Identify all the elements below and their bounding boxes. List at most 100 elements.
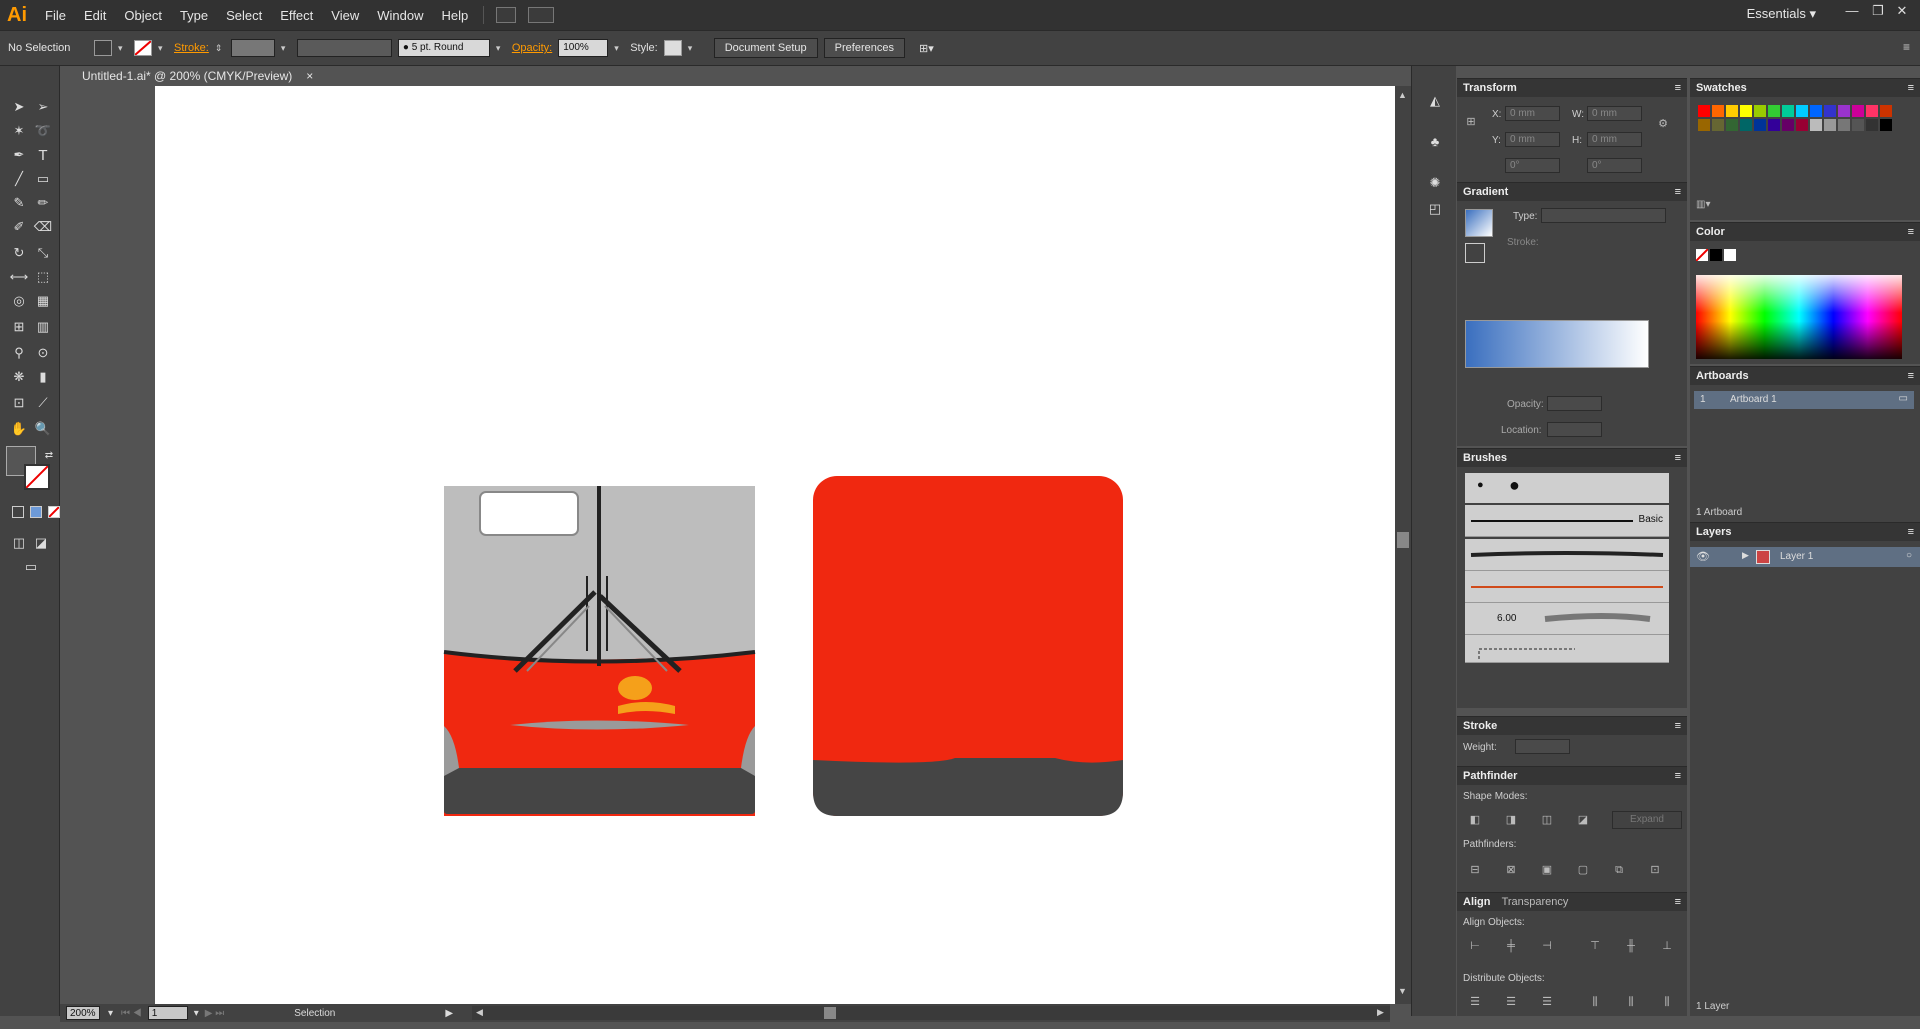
- menu-help[interactable]: Help: [432, 8, 477, 23]
- fill-swatch[interactable]: [94, 40, 112, 56]
- perspective-grid-tool-icon[interactable]: ▦: [32, 290, 54, 312]
- menu-effect[interactable]: Effect: [271, 8, 322, 23]
- expand-button[interactable]: Expand: [1612, 811, 1682, 829]
- gradient-mode-icon[interactable]: [30, 506, 42, 518]
- color-swatch[interactable]: [1726, 119, 1738, 131]
- variable-width-profile[interactable]: [296, 39, 392, 57]
- color-swatch[interactable]: [1712, 119, 1724, 131]
- zoom-tool-icon[interactable]: 🔍: [32, 418, 54, 440]
- brush-charcoal-row[interactable]: [1465, 539, 1669, 571]
- color-swatch[interactable]: [1810, 119, 1822, 131]
- menu-view[interactable]: View: [322, 8, 368, 23]
- y-field[interactable]: 0 mm: [1505, 132, 1560, 147]
- visibility-eye-icon[interactable]: 👁: [1696, 550, 1710, 563]
- color-swatch[interactable]: [1866, 119, 1878, 131]
- swatch-grid[interactable]: [1694, 101, 1894, 191]
- color-swatch[interactable]: [1712, 105, 1724, 117]
- navigator-icon[interactable]: ◭: [1424, 90, 1446, 112]
- brush-tips[interactable]: ● ●: [1465, 473, 1669, 503]
- color-swatch[interactable]: [1726, 105, 1738, 117]
- distribute-bottom-icon[interactable]: ☰: [1539, 995, 1555, 1009]
- gradient-fill-icon[interactable]: [1465, 243, 1485, 263]
- page-input[interactable]: 1: [147, 1006, 188, 1020]
- menu-file[interactable]: File: [36, 8, 75, 23]
- graphic-styles-icon[interactable]: ✺: [1424, 172, 1446, 194]
- unite-icon[interactable]: ◧: [1467, 813, 1483, 827]
- draw-behind-icon[interactable]: ◪: [30, 532, 52, 554]
- color-swatch[interactable]: [1824, 119, 1836, 131]
- appearance-icon[interactable]: ◰: [1424, 198, 1446, 220]
- white-swatch[interactable]: [1724, 249, 1736, 261]
- color-swatch[interactable]: [1838, 105, 1850, 117]
- panel-menu-icon[interactable]: ≡: [1675, 452, 1681, 464]
- first-page-icon[interactable]: ⏮ ◀: [121, 1008, 142, 1019]
- panel-menu-icon[interactable]: ≡: [1675, 186, 1681, 198]
- layer-target-icon[interactable]: ○: [1906, 550, 1912, 561]
- width-field[interactable]: 0 mm: [1587, 106, 1642, 121]
- distribute-left-icon[interactable]: ⫼: [1587, 995, 1603, 1009]
- trim-icon[interactable]: ⊠: [1503, 863, 1519, 877]
- swatch-library-icon[interactable]: ▥▾: [1696, 199, 1710, 210]
- free-transform-tool-icon[interactable]: ⬚: [32, 266, 54, 288]
- gradient-slider[interactable]: [1465, 320, 1649, 368]
- menu-select[interactable]: Select: [217, 8, 271, 23]
- color-swatch[interactable]: [1796, 119, 1808, 131]
- outline-icon[interactable]: ⧉: [1611, 863, 1627, 877]
- transparency-tab[interactable]: Transparency: [1502, 896, 1569, 908]
- width-tool-icon[interactable]: ⟷: [8, 266, 30, 288]
- close-tab-icon[interactable]: ×: [306, 69, 313, 83]
- distribute-vcenter-icon[interactable]: ☰: [1503, 995, 1519, 1009]
- arrange-icon[interactable]: ⊞▾: [919, 42, 934, 55]
- stroke-weight-input[interactable]: [230, 39, 275, 57]
- reference-point-icon[interactable]: ⊞: [1463, 115, 1479, 129]
- symbols-icon[interactable]: ♣: [1424, 130, 1446, 152]
- horizontal-scrollbar[interactable]: ◀ ▶: [472, 1006, 1390, 1020]
- constrain-proportions-icon[interactable]: ⚙: [1655, 117, 1671, 131]
- scroll-thumb[interactable]: [824, 1007, 836, 1019]
- mesh-tool-icon[interactable]: ⊞: [8, 316, 30, 338]
- intersect-icon[interactable]: ◫: [1539, 813, 1555, 827]
- artboard-options-icon[interactable]: ▭: [1899, 393, 1908, 404]
- menu-window[interactable]: Window: [368, 8, 432, 23]
- brush-basic-row[interactable]: Basic: [1465, 505, 1669, 537]
- stroke-label[interactable]: Stroke:: [174, 42, 209, 54]
- scroll-thumb[interactable]: [1397, 532, 1409, 548]
- align-right-icon[interactable]: ⊣: [1539, 939, 1555, 953]
- chevron-down-icon[interactable]: ▾: [496, 43, 506, 54]
- merge-icon[interactable]: ▣: [1539, 863, 1555, 877]
- chevron-down-icon[interactable]: ▾: [614, 43, 624, 54]
- selection-tool-icon[interactable]: ➤: [8, 96, 30, 118]
- align-hcenter-icon[interactable]: ╪: [1503, 939, 1519, 953]
- brush-tip-2[interactable]: ●: [1509, 475, 1520, 496]
- document-setup-button[interactable]: Document Setup: [713, 38, 818, 58]
- vertical-scrollbar[interactable]: ▲ ▼: [1395, 86, 1411, 1004]
- panel-menu-icon[interactable]: ≡: [1903, 40, 1910, 54]
- none-swatch[interactable]: [1695, 248, 1709, 262]
- stroke-color-box[interactable]: [24, 464, 50, 490]
- document-tab[interactable]: Untitled-1.ai* @ 200% (CMYK/Preview) ×: [70, 66, 326, 86]
- align-title[interactable]: Align: [1463, 896, 1491, 908]
- eyedropper-tool-icon[interactable]: ⚲: [8, 342, 30, 364]
- type-tool-icon[interactable]: T: [32, 144, 54, 166]
- last-page-icon[interactable]: ▶ ⏭: [205, 1008, 224, 1019]
- color-swatch[interactable]: [1810, 105, 1822, 117]
- minus-back-icon[interactable]: ⊡: [1647, 863, 1663, 877]
- color-swatch[interactable]: [1796, 105, 1808, 117]
- minimize-button[interactable]: —: [1842, 4, 1862, 18]
- color-swatch[interactable]: [1824, 105, 1836, 117]
- color-swatch[interactable]: [1740, 119, 1752, 131]
- distribute-hcenter-icon[interactable]: ⫼: [1623, 995, 1639, 1009]
- exclude-icon[interactable]: ◪: [1575, 813, 1591, 827]
- distribute-right-icon[interactable]: ⫼: [1659, 995, 1675, 1009]
- zoom-input[interactable]: 200%: [66, 1006, 100, 1020]
- none-mode-icon[interactable]: [48, 506, 60, 518]
- align-left-icon[interactable]: ⊢: [1467, 939, 1483, 953]
- height-field[interactable]: 0 mm: [1587, 132, 1642, 147]
- artboard-tool-icon[interactable]: ⊡: [8, 392, 30, 414]
- menu-type[interactable]: Type: [171, 8, 217, 23]
- scroll-up-icon[interactable]: ▲: [1398, 90, 1407, 100]
- color-swatch[interactable]: [1698, 119, 1710, 131]
- artboard[interactable]: [155, 86, 1395, 1004]
- direct-selection-tool-icon[interactable]: ➢: [32, 96, 54, 118]
- brush-arrow-row[interactable]: [1465, 571, 1669, 603]
